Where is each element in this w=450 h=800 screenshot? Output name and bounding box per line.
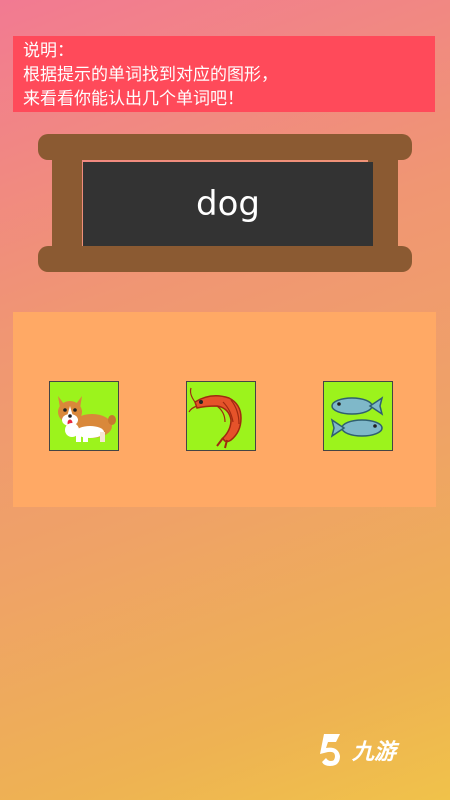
shrimp-icon <box>188 387 242 449</box>
fish-pair-icon <box>330 396 384 438</box>
board-top-rail <box>38 134 412 160</box>
prompt-word: dog <box>83 162 373 246</box>
choice-card-fish[interactable] <box>323 381 393 451</box>
choice-card-dog[interactable] <box>49 381 119 451</box>
watermark-text: 九游 <box>352 740 397 765</box>
instructions-title: 说明： <box>23 41 74 61</box>
corgi-dog-icon <box>58 396 116 442</box>
choices-panel <box>13 312 436 507</box>
instructions-banner: 说明： 根据提示的单词找到对应的图形， 来看看你能认出几个单词吧！ <box>13 36 435 112</box>
instructions-line-2: 来看看你能认出几个单词吧！ <box>23 89 244 109</box>
board-bottom-rail <box>38 246 412 272</box>
nine-game-logo-icon <box>320 734 340 766</box>
word-board: dog <box>38 134 412 274</box>
instructions-line-1: 根据提示的单词找到对应的图形， <box>23 65 278 85</box>
choice-card-shrimp[interactable] <box>186 381 256 451</box>
watermark-logo: 九游 <box>318 730 418 770</box>
